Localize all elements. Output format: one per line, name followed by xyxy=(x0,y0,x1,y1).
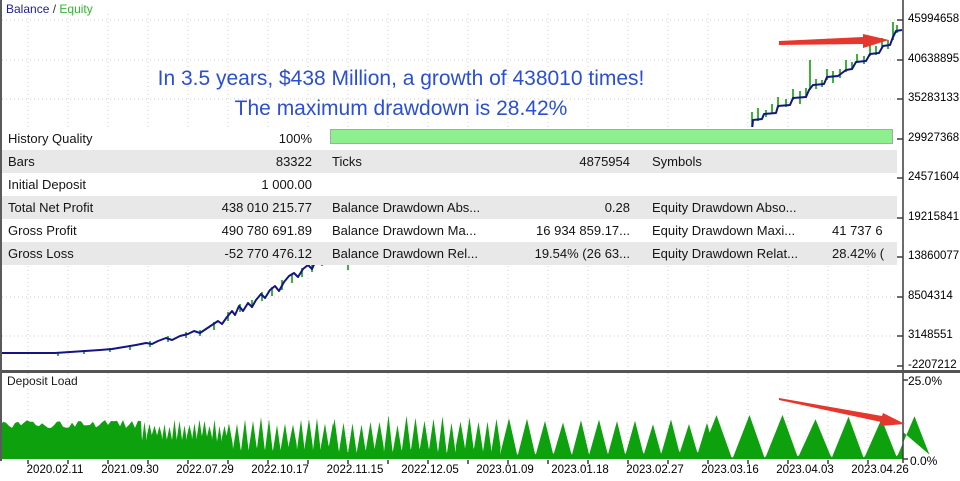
x-axis-labels: 2020.02.11 2021.09.30 2022.07.29 2022.10.17… xyxy=(0,464,960,480)
legend-equity-label: Equity xyxy=(59,2,92,16)
stat-value: 1 000.00 xyxy=(172,173,312,196)
x-axis-label: 2023.04.26 xyxy=(851,464,909,476)
stat-value: 0.28 xyxy=(518,196,630,219)
history-quality-progress-bar xyxy=(330,129,893,144)
y-axis-label: 13860077 xyxy=(908,250,959,262)
deposit-load-max-label: 25.0% xyxy=(908,374,942,388)
stat-label: Gross Profit xyxy=(0,219,172,242)
stat-label xyxy=(332,173,518,196)
y-axis-label: 35283133 xyxy=(908,92,959,104)
stat-value: 438 010 215.77 xyxy=(172,196,312,219)
column-gap xyxy=(630,219,652,242)
stat-label: Equity Drawdown Relat... xyxy=(652,242,832,265)
x-axis-label: 2022.12.05 xyxy=(401,464,459,476)
stat-value xyxy=(518,173,630,196)
stat-value: 19.54% (26 63... xyxy=(518,242,630,265)
annotation-line1: In 3.5 years, $438 Million, a growth of … xyxy=(118,64,684,94)
stat-label: Balance Drawdown Rel... xyxy=(332,242,518,265)
y-axis-label: 40638895 xyxy=(908,53,959,65)
stat-value: 83322 xyxy=(172,150,312,173)
annotation-text: In 3.5 years, $438 Million, a growth of … xyxy=(118,64,684,124)
deposit-load-title: Deposit Load xyxy=(7,374,78,388)
stat-value: 4875954 xyxy=(518,150,630,173)
x-axis-label: 2021.09.30 xyxy=(101,464,159,476)
x-axis-label: 2020.02.11 xyxy=(27,464,84,476)
stats-table: History Quality100%Bars83322 Ticks4875954… xyxy=(0,127,897,265)
legend-separator: / xyxy=(49,2,59,16)
chart-legend: Balance / Equity xyxy=(6,2,93,16)
stat-label: Equity Drawdown Abso... xyxy=(652,196,832,219)
stats-row-2[interactable]: Initial Deposit1 000.00 xyxy=(0,173,897,196)
column-gap xyxy=(312,173,332,196)
column-gap xyxy=(312,242,332,265)
column-gap xyxy=(312,196,332,219)
stat-value xyxy=(832,196,897,219)
stat-label: Ticks xyxy=(332,150,518,173)
stat-label: Equity Drawdown Maxi... xyxy=(652,219,832,242)
stat-value: 28.42% ( xyxy=(832,242,897,265)
y-axis-label: 24571604 xyxy=(908,171,959,183)
legend-balance-label: Balance xyxy=(6,2,49,16)
stat-label: Total Net Profit xyxy=(0,196,172,219)
stat-value: 16 934 859.17... xyxy=(518,219,630,242)
column-gap xyxy=(630,173,652,196)
stat-value: -52 770 476.12 xyxy=(172,242,312,265)
deposit-load-area xyxy=(0,415,929,459)
stat-label: History Quality xyxy=(0,127,172,150)
stat-value: 490 780 691.89 xyxy=(172,219,312,242)
x-axis-label: 2023.03.16 xyxy=(701,464,759,476)
x-axis-label: 2023.02.27 xyxy=(626,464,684,476)
y-axis-label: 29927368 xyxy=(908,132,959,144)
x-axis-label: 2022.11.15 xyxy=(327,464,384,476)
stat-value: 100% xyxy=(172,127,312,150)
stats-row-4[interactable]: Gross Profit490 780 691.89 Balance Drawdo… xyxy=(0,219,897,242)
y-axis-label: 19215841 xyxy=(908,211,959,223)
window-left-border xyxy=(0,0,2,461)
column-gap xyxy=(312,150,332,173)
y-axis-label: 3148551 xyxy=(908,329,953,341)
column-gap xyxy=(312,219,332,242)
y-axis-label: 8504314 xyxy=(908,290,953,302)
stats-row-5[interactable]: Gross Loss-52 770 476.12 Balance Drawdown… xyxy=(0,242,897,265)
stat-value xyxy=(832,150,897,173)
stat-value xyxy=(832,173,897,196)
annotation-line2: The maximum drawdown is 28.42% xyxy=(118,94,684,124)
stat-label: Gross Loss xyxy=(0,242,172,265)
stat-label: Bars xyxy=(0,150,172,173)
stats-row-0[interactable]: History Quality100% xyxy=(0,127,897,150)
x-axis-label: 2022.10.17 xyxy=(251,464,309,476)
x-axis-label: 2023.01.09 xyxy=(476,464,534,476)
stat-label xyxy=(652,173,832,196)
column-gap xyxy=(630,150,652,173)
x-axis-label: 2022.07.29 xyxy=(176,464,234,476)
x-axis-label: 2023.01.18 xyxy=(551,464,609,476)
column-gap xyxy=(630,242,652,265)
stat-label: Symbols xyxy=(652,150,832,173)
stat-label: Initial Deposit xyxy=(0,173,172,196)
column-gap xyxy=(312,127,332,150)
x-axis-label: 2023.04.03 xyxy=(776,464,834,476)
stats-row-1[interactable]: Bars83322 Ticks4875954 Symbols xyxy=(0,150,897,173)
column-gap xyxy=(630,196,652,219)
stat-label: Balance Drawdown Ma... xyxy=(332,219,518,242)
y-axis-label: 45994658 xyxy=(908,13,959,25)
stat-label: Balance Drawdown Abs... xyxy=(332,196,518,219)
strategy-tester-report: Balance / Equity In 3.5 years, $438 Mill… xyxy=(0,0,960,481)
stat-value: 41 737 6 xyxy=(832,219,897,242)
panel-separator[interactable] xyxy=(0,370,960,373)
stats-row-3[interactable]: Total Net Profit438 010 215.77 Balance Dr… xyxy=(0,196,897,219)
